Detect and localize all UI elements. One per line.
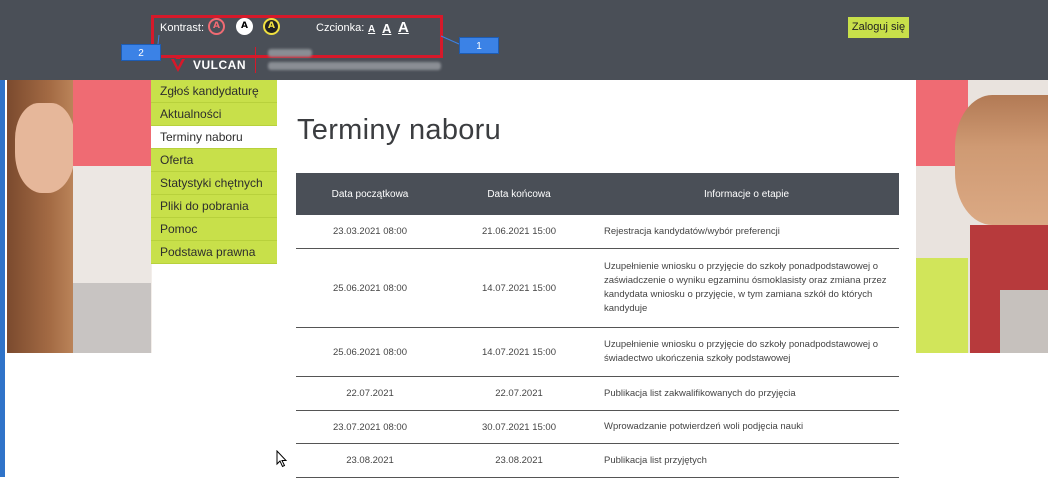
left-banner-grey-block bbox=[73, 283, 151, 353]
callout-1: 1 bbox=[459, 37, 499, 54]
cell-start-date: 25.06.2021 08:00 bbox=[333, 282, 407, 294]
login-button[interactable]: Zaloguj się bbox=[848, 17, 909, 38]
cell-stage-info: Uzupełnienie wniosku o przyjęcie do szko… bbox=[604, 261, 887, 314]
cell-start-date: 23.07.2021 08:00 bbox=[333, 421, 407, 433]
right-banner-grey-block bbox=[1000, 290, 1048, 353]
right-banner-photo bbox=[955, 95, 1048, 225]
column-header-end-date: Data końcowa bbox=[487, 188, 551, 200]
cell-stage-info: Publikacja list przyjętych bbox=[604, 454, 707, 466]
cell-end-date: 14.07.2021 15:00 bbox=[482, 282, 556, 294]
cell-stage-info: Rejestracja kandydatów/wybór preferencji bbox=[604, 225, 780, 237]
left-banner-face bbox=[15, 103, 75, 193]
nav-item-pliki[interactable]: Pliki do pobrania bbox=[151, 195, 277, 218]
cell-stage-info: Publikacja list zakwalifikowanych do prz… bbox=[604, 387, 796, 399]
table-row: 23.03.2021 08:00 21.06.2021 15:00 Rejest… bbox=[296, 215, 899, 249]
nav-item-zglos-kandydature[interactable]: Zgłoś kandydaturę bbox=[151, 80, 277, 103]
page-title: Terminy naboru bbox=[297, 114, 502, 146]
cell-end-date: 21.06.2021 15:00 bbox=[482, 226, 556, 237]
table-header: Data początkowa Data końcowa Informacje … bbox=[296, 173, 899, 215]
cell-start-date: 23.08.2021 bbox=[346, 455, 394, 466]
left-banner-light-block bbox=[73, 166, 151, 283]
left-banner-pink-block bbox=[73, 80, 151, 166]
table-row: 22.07.2021 22.07.2021 Publikacja list za… bbox=[296, 377, 899, 411]
table-row: 25.06.2021 08:00 14.07.2021 15:00 Uzupeł… bbox=[296, 328, 899, 377]
cell-start-date: 25.06.2021 08:00 bbox=[333, 346, 407, 358]
column-header-start-date: Data początkowa bbox=[331, 188, 409, 200]
callout-connectors bbox=[157, 34, 460, 45]
table-row: 23.08.2021 23.08.2021 Publikacja list pr… bbox=[296, 444, 899, 478]
nav-item-oferta[interactable]: Oferta bbox=[151, 149, 277, 172]
table-row: 25.06.2021 08:00 14.07.2021 15:00 Uzupeł… bbox=[296, 249, 899, 328]
mouse-cursor-icon bbox=[276, 450, 288, 468]
logo-separator bbox=[255, 47, 256, 73]
school-subtitle-blurred bbox=[268, 62, 441, 70]
nav-item-podstawa-prawna[interactable]: Podstawa prawna bbox=[151, 241, 277, 264]
cell-end-date: 23.08.2021 bbox=[495, 455, 543, 466]
nav-item-pomoc[interactable]: Pomoc bbox=[151, 218, 277, 241]
vulcan-logo-text: VULCAN bbox=[193, 58, 246, 72]
cell-end-date: 22.07.2021 bbox=[495, 388, 543, 399]
column-header-stage-info: Informacje o etapie bbox=[703, 188, 790, 200]
schedule-table: Data początkowa Data końcowa Informacje … bbox=[296, 173, 899, 478]
cell-end-date: 14.07.2021 15:00 bbox=[482, 346, 556, 358]
vulcan-logo-icon bbox=[171, 57, 185, 72]
side-navigation: Zgłoś kandydaturę Aktualności Terminy na… bbox=[151, 80, 277, 264]
right-banner-green-block bbox=[916, 258, 968, 353]
nav-item-terminy-naboru[interactable]: Terminy naboru bbox=[151, 126, 277, 149]
school-name-blurred bbox=[268, 49, 312, 57]
cell-stage-info: Wprowadzanie potwierdzeń woli podjęcia n… bbox=[604, 421, 804, 432]
cell-end-date: 30.07.2021 15:00 bbox=[482, 421, 556, 433]
cell-start-date: 22.07.2021 bbox=[346, 388, 394, 399]
cell-start-date: 23.03.2021 08:00 bbox=[333, 226, 407, 237]
table-row: 23.07.2021 08:00 30.07.2021 15:00 Wprowa… bbox=[296, 411, 899, 444]
callout-2: 2 bbox=[121, 44, 161, 61]
nav-item-aktualnosci[interactable]: Aktualności bbox=[151, 103, 277, 126]
nav-item-statystyki[interactable]: Statystyki chętnych bbox=[151, 172, 277, 195]
cell-stage-info: Uzupełnienie wniosku o przyjęcie do szko… bbox=[604, 339, 879, 364]
